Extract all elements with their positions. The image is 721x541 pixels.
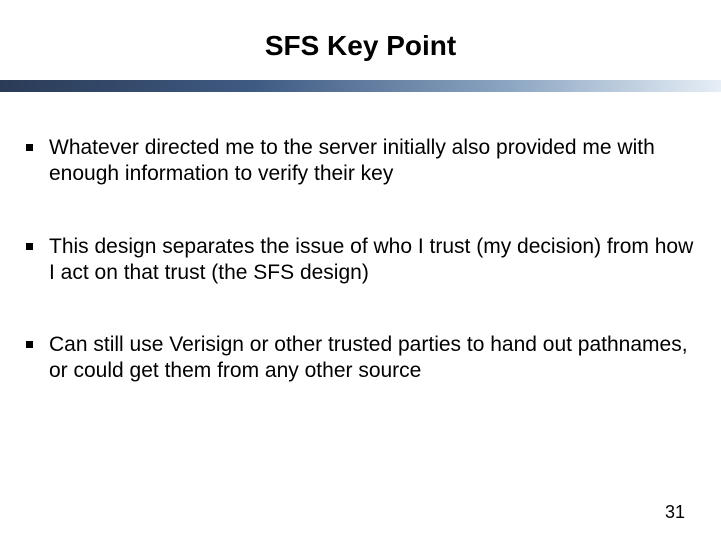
bullet-text: Can still use Verisign or other trusted … [49, 332, 695, 385]
page-number: 31 [665, 502, 685, 523]
bullet-icon [26, 341, 33, 348]
bullet-list: Whatever directed me to the server initi… [26, 135, 695, 431]
bullet-text: Whatever directed me to the server initi… [49, 135, 695, 188]
list-item: Can still use Verisign or other trusted … [26, 332, 695, 385]
bullet-icon [26, 243, 33, 250]
list-item: This design separates the issue of who I… [26, 234, 695, 287]
bullet-icon [26, 144, 33, 151]
slide-title: SFS Key Point [0, 30, 721, 62]
list-item: Whatever directed me to the server initi… [26, 135, 695, 188]
divider-bar [0, 80, 721, 92]
bullet-text: This design separates the issue of who I… [49, 234, 695, 287]
slide: SFS Key Point Whatever directed me to th… [0, 0, 721, 541]
